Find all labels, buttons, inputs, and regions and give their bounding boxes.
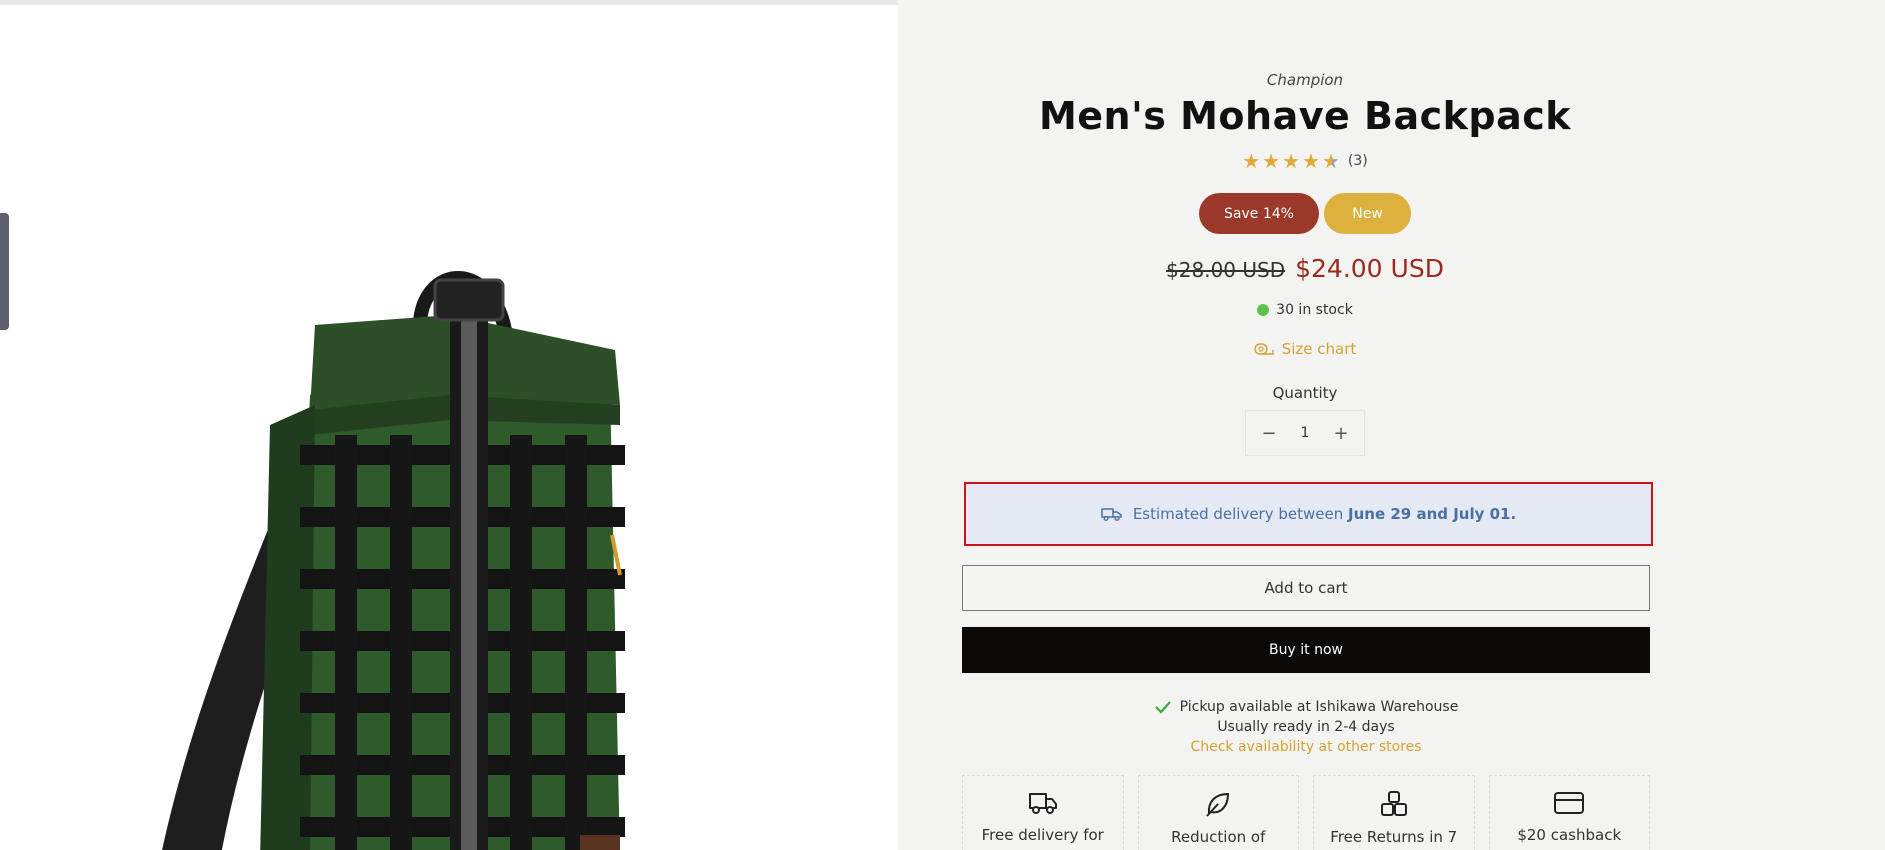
size-chart-label: Size chart (1281, 340, 1357, 358)
half-star-icon: ★ (1321, 149, 1340, 173)
check-availability-link[interactable]: Check availability at other stores (898, 737, 1714, 757)
quantity-input[interactable] (1285, 425, 1325, 441)
feature-text: Free delivery for (981, 826, 1104, 844)
pickup-ready-time: Usually ready in 2-4 days (1217, 719, 1395, 735)
estimated-delivery-banner: Estimated delivery between June 29 and J… (964, 482, 1653, 546)
save-badge: Save 14% (1199, 193, 1319, 234)
quantity-stepper: − + (1245, 410, 1365, 456)
product-image[interactable] (150, 245, 770, 850)
stock-status: 30 in stock (961, 302, 1649, 318)
feature-row: Free delivery for Reduction of Free Retu… (962, 775, 1650, 850)
delivery-text: Estimated delivery between June 29 and J… (1133, 505, 1516, 523)
side-drawer-tab[interactable] (0, 213, 9, 330)
feature-free-returns: Free Returns in 7 (1313, 775, 1475, 850)
price-row: $28.00 USD $24.00 USD (961, 254, 1649, 283)
size-chart-link[interactable]: Size chart (961, 340, 1649, 358)
tape-measure-icon (1254, 343, 1274, 355)
feature-text: Reduction of (1171, 828, 1266, 846)
delivery-prefix: Estimated delivery between (1132, 505, 1344, 523)
pickup-line: Pickup available at Ishikawa Warehouse (898, 697, 1714, 717)
product-gallery (0, 5, 898, 850)
new-badge: New (1324, 193, 1411, 234)
star-icon: ★ (1242, 149, 1261, 173)
rating-count: (3) (1347, 153, 1368, 169)
truck-icon (1028, 793, 1057, 814)
checkmark-icon (1154, 701, 1171, 714)
feature-text: $20 cashback (1517, 826, 1622, 844)
sale-price: $24.00 USD (1295, 254, 1444, 283)
leaf-icon (1206, 792, 1230, 817)
star-icon: ★ (1282, 149, 1301, 173)
credit-card-icon (1554, 792, 1585, 814)
product-title: Men's Mohave Backpack (1038, 94, 1572, 138)
stock-label: 30 in stock (1276, 302, 1353, 318)
pickup-availability: Pickup available at Ishikawa Warehouse U… (898, 697, 1714, 757)
feature-cashback: $20 cashback (1488, 775, 1650, 850)
add-to-cart-button[interactable]: Add to cart (962, 565, 1650, 611)
feature-free-delivery: Free delivery for (962, 775, 1124, 850)
star-icon: ★ (1302, 149, 1320, 173)
pickup-location: Pickup available at Ishikawa Warehouse (1179, 699, 1459, 715)
buy-now-button[interactable]: Buy it now (962, 627, 1650, 673)
feature-text: Free Returns in 7 (1330, 828, 1458, 846)
product-rating[interactable]: ★ ★ ★ ★ ★ (3) (961, 150, 1649, 172)
delivery-dates: June 29 and July 01. (1348, 505, 1517, 523)
boxes-icon (1380, 791, 1407, 816)
increase-quantity-button[interactable]: + (1332, 423, 1350, 444)
truck-icon (1101, 508, 1122, 521)
product-brand[interactable]: Champion (961, 71, 1649, 89)
quantity-label: Quantity (1272, 384, 1338, 402)
compare-at-price: $28.00 USD (1166, 258, 1286, 282)
badge-row: Save 14% New (961, 193, 1649, 234)
star-icon: ★ (1262, 149, 1281, 173)
decrease-quantity-button[interactable]: − (1260, 423, 1278, 444)
product-info-panel: Champion Men's Mohave Backpack ★ ★ ★ ★ ★… (898, 0, 1885, 850)
stock-dot-icon (1257, 304, 1270, 316)
feature-reduction: Reduction of (1137, 775, 1299, 850)
